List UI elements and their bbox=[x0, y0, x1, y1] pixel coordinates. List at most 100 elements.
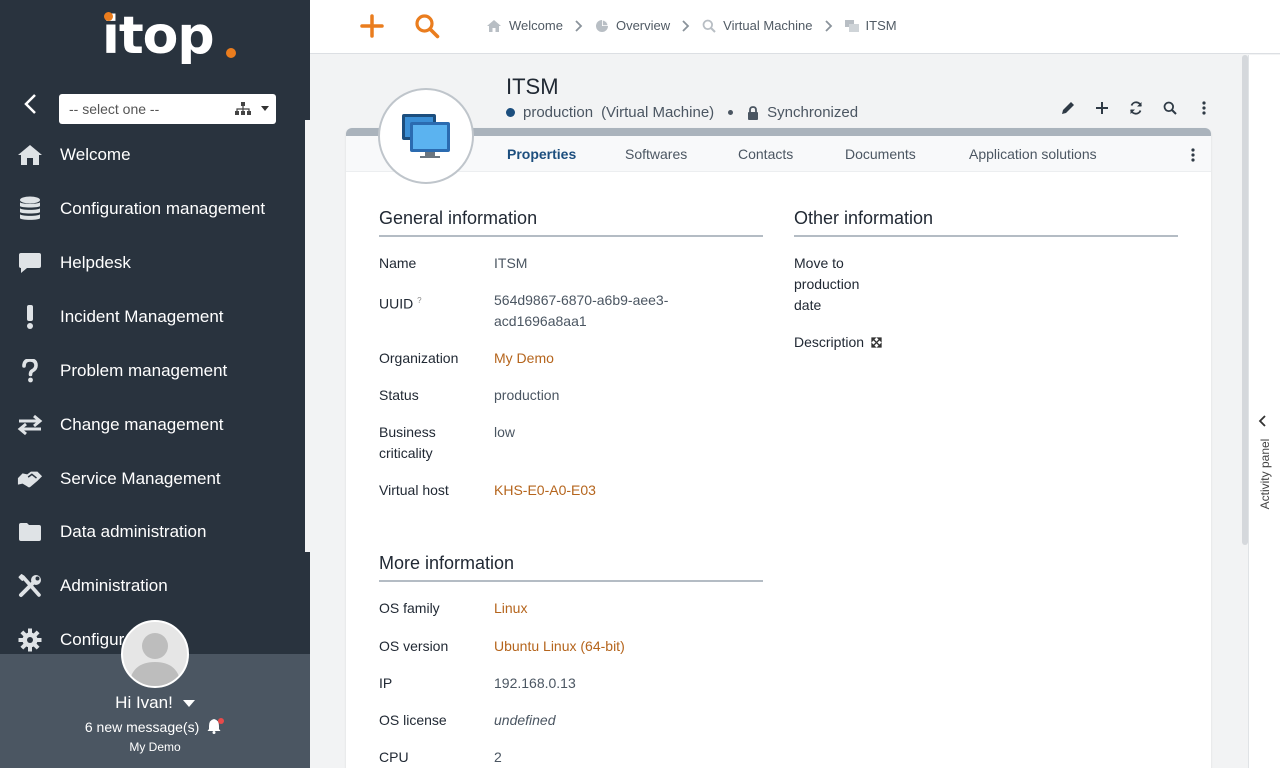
add-button[interactable] bbox=[1092, 98, 1112, 118]
user-menu-toggle[interactable]: Hi Ivan! bbox=[0, 693, 310, 713]
os-version-label: OS version bbox=[379, 638, 449, 654]
description-label: Description bbox=[794, 332, 882, 353]
section-divider bbox=[379, 580, 763, 582]
general-information-title: General information bbox=[379, 208, 538, 228]
menu-item-configuration-management[interactable]: Configuration management bbox=[0, 189, 305, 229]
breadcrumb-virtual-machine[interactable]: Virtual Machine bbox=[702, 18, 813, 33]
home-icon bbox=[17, 142, 43, 168]
move-to-production-date-label: Move to production date bbox=[794, 255, 860, 313]
search-icon bbox=[702, 19, 716, 33]
menu-item-change-management[interactable]: Change management bbox=[0, 405, 305, 445]
menu-item-label: Data administration bbox=[60, 522, 207, 541]
database-icon bbox=[17, 196, 43, 222]
sync-status: Synchronized bbox=[767, 104, 859, 121]
menu-item-label: Service Management bbox=[60, 469, 221, 488]
object-title: ITSM bbox=[506, 74, 559, 99]
home-icon bbox=[487, 19, 501, 32]
activity-panel[interactable]: Activity panel bbox=[1248, 55, 1280, 768]
organization-link[interactable]: My Demo bbox=[494, 348, 554, 369]
breadcrumb-itsm[interactable]: ITSM bbox=[844, 18, 897, 33]
chevron-left-icon bbox=[24, 94, 36, 114]
global-search-button[interactable] bbox=[414, 13, 440, 39]
ip-label: IP bbox=[379, 675, 393, 691]
logo-dot-i bbox=[104, 12, 113, 21]
status-label: Status bbox=[379, 387, 419, 403]
os-license-label: OS license bbox=[379, 712, 447, 728]
menu-item-label: Problem management bbox=[60, 361, 228, 380]
object-subtitle: production (Virtual Machine) Synchronize… bbox=[506, 104, 858, 121]
tools-icon bbox=[17, 573, 43, 599]
menu-item-welcome[interactable]: Welcome bbox=[0, 135, 305, 175]
chevron-right-icon bbox=[682, 19, 690, 32]
expand-icon[interactable] bbox=[871, 337, 882, 348]
exclamation-icon bbox=[17, 304, 43, 330]
plus-icon bbox=[1096, 102, 1108, 114]
tab-properties[interactable]: Properties bbox=[507, 146, 576, 162]
tab-softwares[interactable]: Softwares bbox=[625, 146, 687, 162]
status-value: production bbox=[494, 387, 560, 403]
refresh-button[interactable] bbox=[1126, 98, 1146, 118]
menu-item-helpdesk[interactable]: Helpdesk bbox=[0, 243, 305, 283]
new-object-button[interactable] bbox=[360, 14, 384, 38]
sidebar-scrollbar[interactable] bbox=[305, 120, 310, 552]
more-actions-button[interactable] bbox=[1194, 98, 1214, 118]
refresh-icon bbox=[1130, 101, 1142, 115]
menu-item-data-administration[interactable]: Data administration bbox=[0, 512, 305, 552]
os-family-link[interactable]: Linux bbox=[494, 598, 527, 619]
tab-contacts[interactable]: Contacts bbox=[738, 146, 793, 162]
breadcrumb-welcome[interactable]: Welcome bbox=[486, 18, 563, 33]
breadcrumb-overview[interactable]: Overview bbox=[595, 18, 670, 33]
cpu-label: CPU bbox=[379, 749, 409, 765]
lock-icon bbox=[748, 105, 759, 120]
new-messages-count: 6 new message(s) bbox=[84, 719, 200, 735]
speech-bubble-icon bbox=[17, 250, 43, 276]
os-version-link[interactable]: Ubuntu Linux (64-bit) bbox=[494, 636, 625, 657]
menu-item-service-management[interactable]: Service Management bbox=[0, 459, 305, 499]
plus-icon bbox=[360, 14, 384, 38]
virtual-machine-icon bbox=[378, 88, 474, 184]
exchange-arrows-icon bbox=[17, 412, 43, 438]
new-messages-link[interactable]: 6 new message(s) bbox=[0, 718, 310, 735]
chevron-down-icon bbox=[182, 700, 195, 708]
collapse-sidebar-button[interactable] bbox=[20, 92, 42, 116]
search-button[interactable] bbox=[1160, 98, 1180, 118]
menu-item-problem-management[interactable]: Problem management bbox=[0, 351, 305, 391]
org-tree-icon bbox=[235, 102, 251, 115]
name-label: Name bbox=[379, 255, 417, 271]
chevron-right-icon bbox=[824, 19, 833, 32]
pie-chart-icon bbox=[595, 19, 608, 32]
uuid-label: UUID ? bbox=[379, 295, 422, 312]
menu-item-label: Helpdesk bbox=[60, 253, 131, 272]
tab-documents[interactable]: Documents bbox=[845, 146, 916, 162]
breadcrumb-label: Overview bbox=[615, 18, 671, 33]
menu-item-administration[interactable]: Administration bbox=[0, 566, 305, 606]
edit-button[interactable] bbox=[1058, 98, 1078, 118]
menu-item-label: Welcome bbox=[60, 145, 131, 164]
tab-application-solutions[interactable]: Application solutions bbox=[969, 146, 1097, 162]
handshake-icon bbox=[17, 466, 43, 492]
ip-value: 192.168.0.13 bbox=[494, 675, 576, 691]
virtual-host-link[interactable]: KHS-E0-A0-E03 bbox=[494, 480, 596, 501]
virtual-host-label: Virtual host bbox=[379, 482, 449, 498]
chevron-right-icon bbox=[575, 19, 583, 32]
top-bar: Welcome Overview Virtual Machine ITSM bbox=[310, 0, 1280, 54]
os-family-label: OS family bbox=[379, 600, 440, 616]
other-information-title: Other information bbox=[794, 208, 934, 228]
menu-item-incident-management[interactable]: Incident Management bbox=[0, 297, 305, 337]
pencil-icon bbox=[1062, 102, 1074, 114]
help-icon[interactable]: ? bbox=[417, 296, 421, 305]
breadcrumb: Welcome Overview Virtual Machine ITSM bbox=[486, 18, 897, 33]
tabs-more-button[interactable] bbox=[1191, 148, 1195, 167]
more-information-title: More information bbox=[379, 553, 515, 573]
user-greeting: Hi Ivan! bbox=[115, 693, 173, 712]
avatar[interactable] bbox=[121, 620, 189, 688]
organization-select[interactable]: -- select one -- bbox=[59, 94, 276, 124]
activity-panel-label: Activity panel bbox=[1258, 438, 1272, 510]
menu-item-label: Change management bbox=[60, 415, 224, 434]
itop-logo[interactable]: itop bbox=[98, 6, 248, 80]
user-silhouette-icon bbox=[129, 633, 181, 686]
menu-item-label: Configur bbox=[60, 630, 125, 649]
status-dot-icon bbox=[506, 108, 515, 117]
breadcrumb-label: Welcome bbox=[509, 18, 563, 33]
sidebar: itop -- select one -- Welcome Configurat… bbox=[0, 0, 310, 768]
